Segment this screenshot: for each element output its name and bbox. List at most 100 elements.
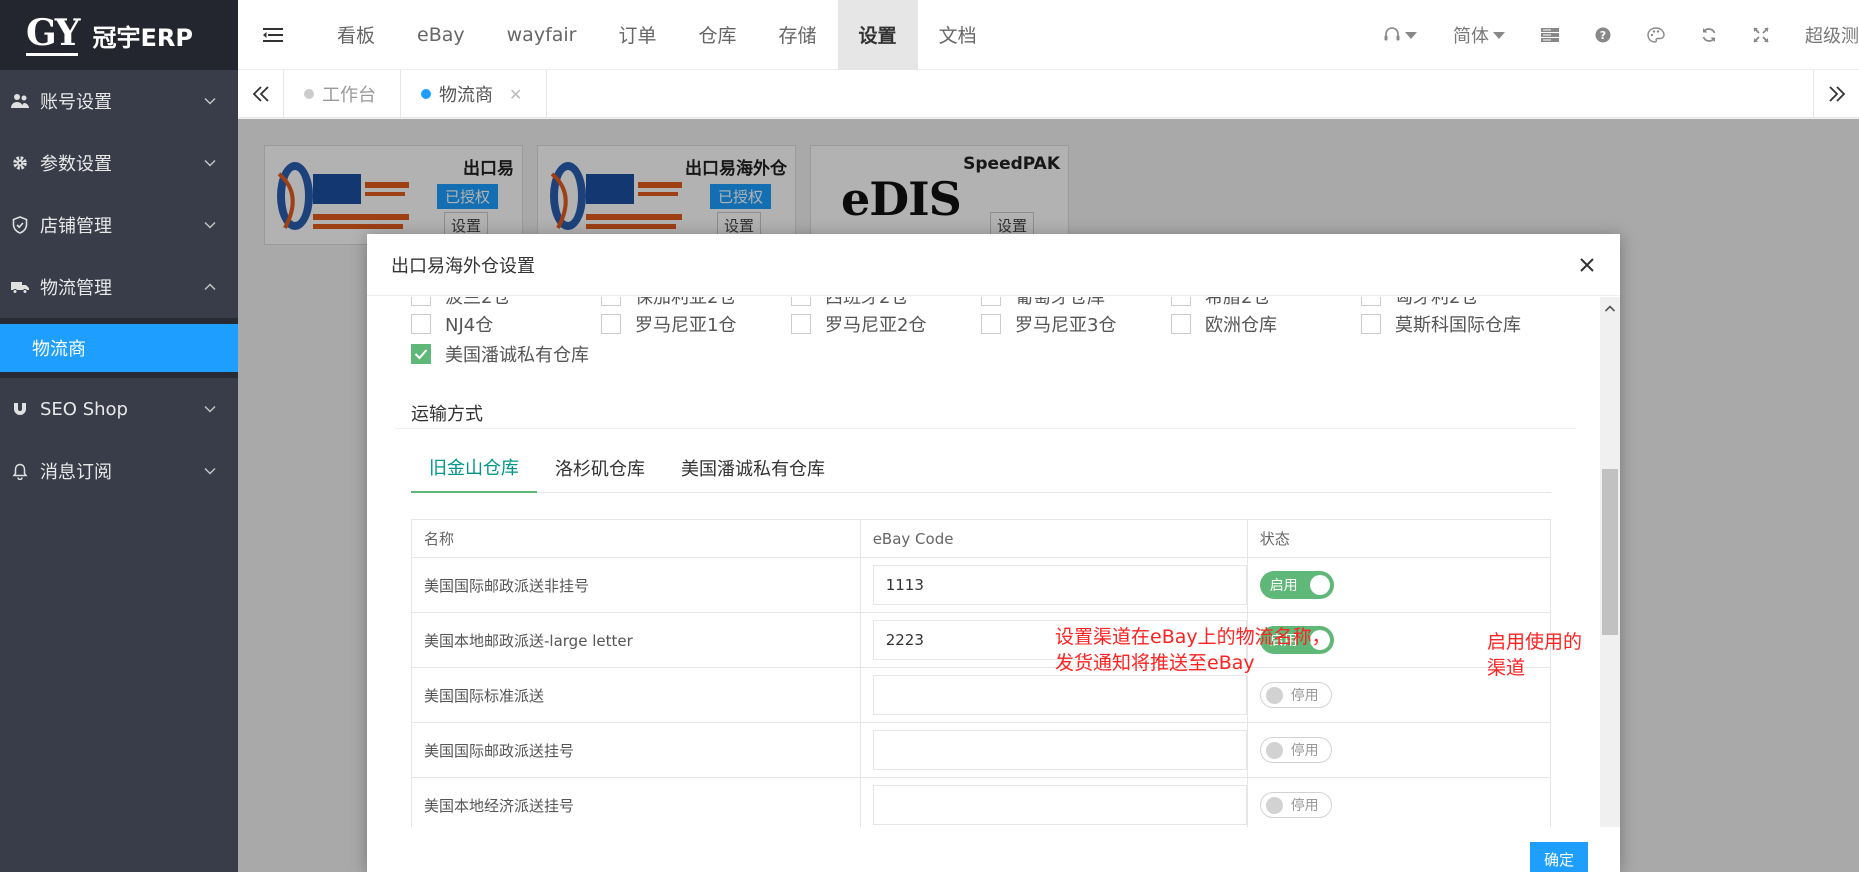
method-name: 美国国际邮政派送非挂号 <box>411 557 861 613</box>
warehouse-checkbox[interactable]: 莫斯科国际仓库 <box>1361 311 1551 337</box>
sidebar-submenu: 物流商 <box>0 318 238 378</box>
ebay-code-input[interactable] <box>872 730 1247 770</box>
warehouse-checkbox[interactable]: 保加利亚2仓 <box>601 297 791 309</box>
tab-carrier[interactable]: 物流商 ✕ <box>401 70 548 118</box>
sidebar-item-account[interactable]: 账号设置 <box>0 70 238 132</box>
warehouse-checkbox[interactable]: 罗马尼亚1仓 <box>601 311 791 337</box>
sidebar-item-subscribe[interactable]: 消息订阅 <box>0 440 238 502</box>
tab-workbench[interactable]: 工作台 <box>284 70 401 118</box>
warehouse-row: 美国潘诚私有仓库 <box>411 339 1584 369</box>
checkbox-box <box>1171 297 1191 306</box>
warehouse-checkbox[interactable]: 罗马尼亚2仓 <box>791 311 981 337</box>
modal-title: 出口易海外仓设置 <box>391 255 535 277</box>
scrollbar-thumb[interactable] <box>1602 469 1618 635</box>
refresh-icon-button[interactable] <box>1683 0 1735 70</box>
warehouse-checkbox[interactable]: 希腊2仓 <box>1171 297 1361 309</box>
wtab-us-private[interactable]: 美国潘诚私有仓库 <box>663 443 843 493</box>
warehouse-checkbox[interactable]: 波兰2仓 <box>411 297 601 309</box>
language-label: 简体 <box>1453 26 1489 47</box>
tab-scroll-left[interactable] <box>238 70 284 118</box>
help-icon: ? <box>1595 27 1611 43</box>
ebay-code-input[interactable]: 1113 <box>872 565 1247 605</box>
warehouse-checkbox[interactable]: 西班牙2仓 <box>791 297 981 309</box>
warehouse-checkbox[interactable]: 罗马尼亚3仓 <box>981 311 1171 337</box>
code-cell <box>859 777 1248 827</box>
warehouse-checkbox[interactable]: 匈牙利2仓 <box>1361 297 1551 309</box>
topnav-warehouse[interactable]: 仓库 <box>678 0 758 70</box>
fullscreen-icon-button[interactable] <box>1735 0 1787 70</box>
topnav-wayfair[interactable]: wayfair <box>486 0 598 70</box>
section-title-shipping: 运输方式 <box>411 404 483 425</box>
toggle-knob <box>1265 687 1283 704</box>
checkbox-box <box>791 314 811 334</box>
sidebar-item-params[interactable]: 参数设置 <box>0 132 238 194</box>
theme-icon-button[interactable] <box>1629 0 1683 70</box>
tab-close-icon[interactable]: ✕ <box>509 85 522 104</box>
user-menu[interactable]: 超级测 <box>1787 0 1859 70</box>
app-logo[interactable]: GY 冠宇ERP <box>0 0 238 70</box>
topnav-ebay[interactable]: eBay <box>396 0 486 70</box>
warehouse-tabs: 旧金山仓库 洛杉矶仓库 美国潘诚私有仓库 <box>411 443 1551 493</box>
chevron-up-icon <box>204 283 216 291</box>
modal-scrollbar[interactable] <box>1600 297 1620 827</box>
checkbox-box <box>411 297 431 306</box>
sidebar-item-seo-shop[interactable]: SEO Shop <box>0 378 238 440</box>
status-toggle[interactable]: 启用 <box>1259 571 1334 599</box>
wtab-la[interactable]: 洛杉矶仓库 <box>537 443 663 493</box>
tab-label: 工作台 <box>322 85 376 106</box>
status-toggle[interactable]: 停用 <box>1259 792 1332 818</box>
topnav-dashboard[interactable]: 看板 <box>316 0 396 70</box>
caret-down-icon <box>1493 31 1505 39</box>
refresh-icon <box>1702 28 1716 42</box>
sidebar-subitem-carrier[interactable]: 物流商 <box>0 324 238 372</box>
toggle-label: 停用 <box>1290 688 1319 704</box>
logo-mark: GY <box>26 11 80 56</box>
close-icon[interactable] <box>1576 254 1598 276</box>
top-nav: 看板 eBay wayfair 订单 仓库 存储 设置 文档 <box>316 0 998 70</box>
magnet-icon <box>10 399 30 419</box>
help-icon-button[interactable]: ? <box>1577 0 1629 70</box>
checkbox-box <box>411 314 431 334</box>
status-cell: 停用 <box>1246 722 1552 778</box>
tab-label: 物流商 <box>439 85 493 106</box>
header-toolbar: 简体 ? 超级测 <box>1365 0 1859 70</box>
tab-scroll-right[interactable] <box>1813 70 1859 118</box>
confirm-button[interactable]: 确定 <box>1530 842 1588 872</box>
sidebar-item-logistics[interactable]: 物流管理 <box>0 256 238 318</box>
topnav-storage[interactable]: 存储 <box>758 0 838 70</box>
topnav-docs[interactable]: 文档 <box>918 0 998 70</box>
wtab-sf[interactable]: 旧金山仓库 <box>411 443 537 493</box>
warehouse-checkbox[interactable]: 葡萄牙仓库 <box>981 297 1171 309</box>
warehouse-label: NJ4仓 <box>445 315 494 336</box>
sidebar-item-shop[interactable]: 店铺管理 <box>0 194 238 256</box>
ebay-code-input[interactable] <box>872 785 1247 825</box>
menu-toggle-icon[interactable] <box>238 0 308 70</box>
sidebar: GY 冠宇ERP 账号设置 参数设置 店铺管理 物流管理 物流商 SEO Sho… <box>0 0 238 872</box>
chevron-up-icon <box>1604 305 1616 312</box>
checkbox-box <box>411 344 431 364</box>
warehouse-checkbox[interactable]: 欧洲仓库 <box>1171 311 1361 337</box>
toggle-knob <box>1265 797 1283 814</box>
topnav-orders[interactable]: 订单 <box>598 0 678 70</box>
annotation-line: 发货通知将推送至eBay <box>1055 652 1255 674</box>
warehouse-checkbox-checked[interactable]: 美国潘诚私有仓库 <box>411 341 711 367</box>
server-icon-button[interactable] <box>1523 0 1577 70</box>
annotation-line: 设置渠道在eBay上的物流名称， <box>1055 626 1331 648</box>
language-select[interactable]: 简体 <box>1435 0 1523 70</box>
status-toggle[interactable]: 停用 <box>1259 682 1332 708</box>
topnav-settings[interactable]: 设置 <box>837 0 918 70</box>
warehouse-label: 保加利亚2仓 <box>635 297 737 308</box>
status-cell: 停用 <box>1246 777 1552 827</box>
sidebar-item-label: 消息订阅 <box>40 462 112 483</box>
caret-down-icon <box>1405 31 1417 39</box>
toggle-label: 停用 <box>1290 798 1319 814</box>
status-toggle[interactable]: 停用 <box>1259 737 1332 763</box>
ebay-code-input[interactable] <box>872 675 1247 715</box>
warehouse-checkbox[interactable]: NJ4仓 <box>411 311 601 337</box>
warehouse-label: 西班牙2仓 <box>825 297 909 308</box>
column-header-status: 状态 <box>1246 519 1552 558</box>
checkbox-box <box>601 297 621 306</box>
annotation-status: 启用使用的渠道 <box>1487 631 1583 679</box>
headset-menu[interactable] <box>1365 0 1435 70</box>
warehouse-label: 希腊2仓 <box>1205 297 1271 308</box>
